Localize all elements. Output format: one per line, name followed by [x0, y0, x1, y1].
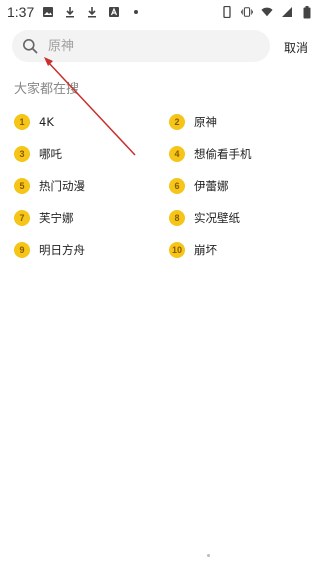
status-time: 1:37	[7, 4, 35, 20]
search-icon	[22, 38, 38, 54]
download-icon	[64, 6, 76, 18]
hot-search-label: 4K	[39, 115, 54, 129]
hot-search-item[interactable]: 3 哪吒	[14, 146, 169, 162]
hot-search-label: 伊蕾娜	[194, 179, 229, 193]
hot-search-label: 实况壁纸	[194, 211, 240, 225]
section-title: 大家都在搜	[14, 82, 80, 97]
hot-search-label: 哪吒	[39, 147, 62, 161]
hot-search-item[interactable]: 10 崩坏	[169, 242, 314, 258]
hot-search-label: 热门动漫	[39, 179, 85, 193]
rank-badge: 9	[14, 242, 30, 258]
vibrate-icon	[241, 6, 253, 18]
hot-search-list: 1 4K 2 原神 3 哪吒 4 想偷看手机 5 热门动漫 6 伊蕾娜 7 芙宁…	[14, 114, 314, 258]
rank-badge: 4	[169, 146, 185, 162]
bottom-dot	[207, 554, 210, 557]
hot-search-item[interactable]: 1 4K	[14, 114, 169, 130]
hot-search-item[interactable]: 6 伊蕾娜	[169, 178, 314, 194]
rank-badge: 2	[169, 114, 185, 130]
wifi-icon	[261, 6, 273, 18]
status-left: 1:37	[7, 4, 142, 20]
status-right	[221, 5, 313, 18]
phone-icon	[221, 6, 233, 18]
rank-badge: 7	[14, 210, 30, 226]
rank-badge: 10	[169, 242, 185, 258]
signal-icon	[281, 6, 293, 18]
search-row	[12, 30, 312, 62]
hot-search-label: 崩坏	[194, 243, 217, 257]
dot-icon	[130, 6, 142, 18]
search-input[interactable]	[46, 37, 250, 55]
image-icon	[42, 6, 54, 18]
a-icon	[108, 6, 120, 18]
rank-badge: 3	[14, 146, 30, 162]
download-icon	[86, 6, 98, 18]
rank-badge: 6	[169, 178, 185, 194]
hot-search-label: 原神	[194, 115, 217, 129]
hot-search-item[interactable]: 4 想偷看手机	[169, 146, 314, 162]
status-bar: 1:37	[0, 0, 320, 24]
rank-badge: 1	[14, 114, 30, 130]
hot-search-item[interactable]: 8 实况壁纸	[169, 210, 314, 226]
rank-badge: 8	[169, 210, 185, 226]
rank-badge: 5	[14, 178, 30, 194]
hot-search-item[interactable]: 2 原神	[169, 114, 314, 130]
hot-search-label: 想偷看手机	[194, 147, 252, 161]
battery-icon	[301, 5, 313, 18]
cancel-button[interactable]: 取消	[284, 39, 308, 56]
hot-search-label: 明日方舟	[39, 243, 85, 257]
hot-search-item[interactable]: 9 明日方舟	[14, 242, 169, 258]
status-notification-icons	[42, 6, 142, 18]
hot-search-item[interactable]: 5 热门动漫	[14, 178, 169, 194]
hot-search-item[interactable]: 7 芙宁娜	[14, 210, 169, 226]
hot-search-label: 芙宁娜	[39, 211, 74, 225]
search-box[interactable]	[12, 30, 270, 62]
